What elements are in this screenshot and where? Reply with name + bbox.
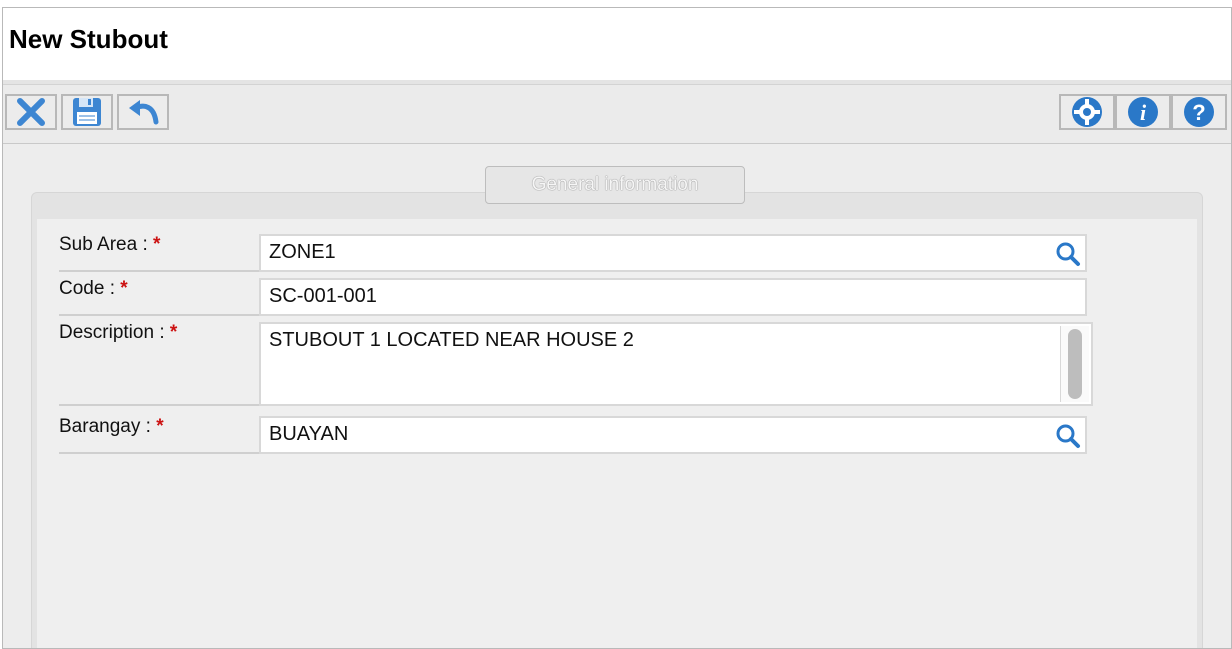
page-title: New Stubout bbox=[9, 24, 168, 54]
close-button[interactable] bbox=[5, 94, 57, 130]
required-marker: * bbox=[120, 278, 128, 299]
code-label: Code : * bbox=[59, 278, 259, 316]
help-button[interactable]: ? bbox=[1171, 94, 1227, 130]
title-bar: New Stubout bbox=[3, 8, 1231, 84]
svg-text:i: i bbox=[1140, 100, 1147, 125]
info-button[interactable]: i bbox=[1115, 94, 1171, 130]
barangay-label-text: Barangay : bbox=[59, 416, 151, 437]
save-button[interactable] bbox=[61, 94, 113, 130]
description-label-text: Description : bbox=[59, 322, 165, 343]
floppy-disk-icon bbox=[73, 98, 101, 126]
description-scrollbar[interactable] bbox=[1060, 326, 1089, 402]
barangay-field[interactable]: BUAYAN bbox=[259, 416, 1087, 454]
svg-text:?: ? bbox=[1192, 100, 1205, 125]
sub-area-field[interactable]: ZONE1 bbox=[259, 234, 1087, 272]
code-label-text: Code : bbox=[59, 278, 115, 299]
search-icon[interactable] bbox=[1055, 423, 1081, 449]
close-x-icon bbox=[17, 98, 45, 126]
barangay-label: Barangay : * bbox=[59, 416, 259, 454]
required-marker: * bbox=[156, 416, 164, 437]
required-marker: * bbox=[169, 322, 178, 343]
scrollbar-thumb[interactable] bbox=[1068, 329, 1082, 399]
settings-button[interactable] bbox=[1059, 94, 1115, 130]
stubout-window: New Stubout i ? General information Sub … bbox=[2, 7, 1232, 649]
search-icon[interactable] bbox=[1055, 241, 1081, 267]
sub-area-label: Sub Area : * bbox=[59, 234, 259, 272]
required-marker: * bbox=[153, 234, 161, 255]
sub-area-value: ZONE1 bbox=[269, 241, 336, 263]
info-icon: i bbox=[1128, 97, 1158, 127]
gear-icon bbox=[1072, 97, 1102, 127]
undo-button[interactable] bbox=[117, 94, 169, 130]
question-icon: ? bbox=[1184, 97, 1214, 127]
code-field[interactable]: SC-001-001 bbox=[259, 278, 1087, 316]
barangay-value: BUAYAN bbox=[269, 423, 349, 445]
description-value: STUBOUT 1 LOCATED NEAR HOUSE 2 bbox=[269, 329, 634, 351]
code-value: SC-001-001 bbox=[269, 285, 377, 307]
toolbar: i ? bbox=[3, 84, 1231, 144]
description-textarea[interactable]: STUBOUT 1 LOCATED NEAR HOUSE 2 bbox=[259, 322, 1093, 406]
description-label: Description : * bbox=[59, 322, 259, 406]
undo-arrow-icon bbox=[129, 100, 159, 125]
sub-area-label-text: Sub Area : bbox=[59, 234, 148, 255]
tab-general-information[interactable]: General information bbox=[485, 166, 745, 204]
